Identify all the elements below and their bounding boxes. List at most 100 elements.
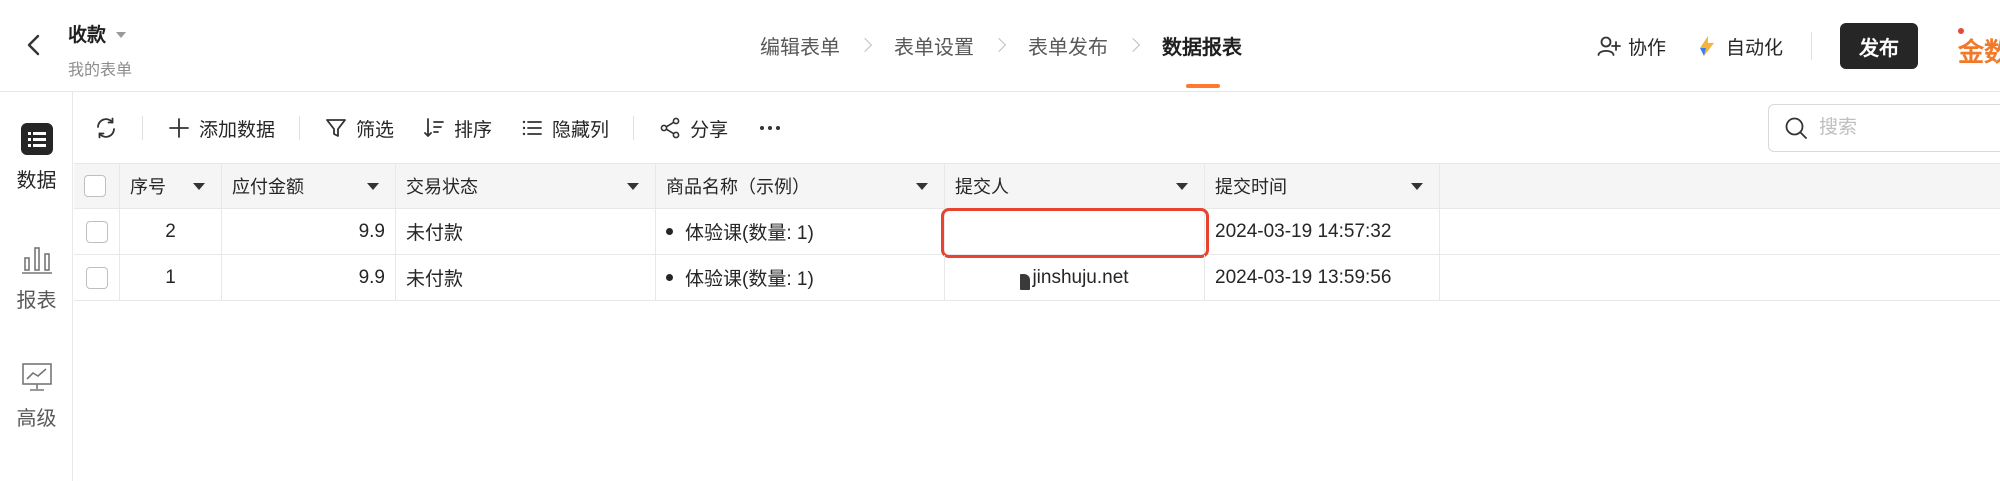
more-dots-icon [760, 126, 781, 130]
cell-seq[interactable]: 2 [120, 209, 222, 254]
header-actions: 协作 自动化 发布 金数 [1596, 0, 2000, 92]
cell-product[interactable]: 体验课(数量: 1) [656, 255, 945, 300]
bullet-icon [666, 228, 673, 235]
cell-seq[interactable]: 1 [120, 255, 222, 300]
back-arrow-icon[interactable] [22, 30, 46, 60]
list-lines-icon [522, 120, 542, 136]
column-label: 交易状态 [406, 177, 478, 197]
column-label: 提交人 [955, 177, 1009, 197]
cell-amount[interactable]: 9.9 [222, 209, 396, 254]
data-table: 序号 应付金额 交易状态 商品名称（示例） 提交人 提交时间 2 9.9 未付款… [74, 163, 2000, 301]
select-all-checkbox[interactable] [84, 175, 106, 197]
brand-logo[interactable]: 金数 [1956, 26, 2000, 66]
step-nav: 编辑表单 表单设置 表单发布 数据报表 [760, 30, 1242, 88]
column-label: 商品名称（示例） [666, 177, 810, 197]
step-form-settings[interactable]: 表单设置 [894, 31, 974, 60]
column-label: 提交时间 [1215, 177, 1287, 197]
top-header: 收款 我的表单 编辑表单 表单设置 表单发布 数据报表 协作 自动化 发布 金数 [0, 0, 2000, 92]
share-icon [660, 117, 680, 139]
bullet-icon [666, 274, 673, 281]
column-menu-icon[interactable] [627, 182, 639, 190]
toolbar-divider [299, 116, 301, 140]
add-data-button[interactable]: 添加数据 [167, 115, 275, 142]
column-menu-icon[interactable] [193, 182, 205, 190]
header-divider [1811, 32, 1812, 60]
column-header-amount[interactable]: 应付金额 [222, 164, 396, 208]
redacted-mark [1020, 273, 1031, 290]
nav-label-report: 报表 [16, 290, 57, 312]
nav-label-data: 数据 [16, 170, 57, 192]
nav-label-advanced: 高级 [16, 408, 57, 430]
automation-button[interactable]: 自动化 [1694, 33, 1783, 60]
add-data-label: 添加数据 [199, 119, 276, 141]
filter-button[interactable]: 筛选 [324, 115, 394, 142]
form-title[interactable]: 收款 [68, 20, 106, 47]
toolbar-divider [633, 116, 635, 140]
filter-label: 筛选 [356, 119, 395, 141]
step-edit-form[interactable]: 编辑表单 [760, 31, 840, 60]
cell-submit-time[interactable]: 2024-03-19 13:59:56 [1205, 255, 1440, 300]
share-button[interactable]: 分享 [658, 115, 728, 142]
bar-chart-icon [21, 247, 52, 274]
sort-button[interactable]: 排序 [422, 115, 492, 142]
cell-product[interactable]: 体验课(数量: 1) [656, 209, 945, 254]
column-header-seq[interactable]: 序号 [120, 164, 222, 208]
column-header-status[interactable]: 交易状态 [396, 164, 656, 208]
table-row[interactable]: 2 9.9 未付款 体验课(数量: 1) 2024-03-19 14:57:32 [74, 208, 2000, 258]
collab-button[interactable]: 协作 [1596, 33, 1666, 60]
notification-dot [1958, 28, 1964, 34]
hide-columns-button[interactable]: 隐藏列 [520, 115, 609, 142]
left-nav: 数据 报表 高级 [0, 92, 73, 481]
column-menu-icon[interactable] [916, 182, 928, 190]
refresh-button[interactable] [94, 116, 118, 140]
cell-status[interactable]: 未付款 [396, 255, 656, 300]
cell-submitter[interactable] [945, 209, 1205, 254]
automation-bolt-icon [1699, 36, 1714, 56]
row-checkbox[interactable] [85, 220, 108, 243]
hide-columns-label: 隐藏列 [552, 119, 610, 141]
product-text: 体验课(数量: 1) [685, 269, 814, 290]
cell-submitter[interactable]: jinshuju.net [945, 255, 1205, 300]
toolbar-divider [142, 116, 143, 140]
cell-status[interactable]: 未付款 [396, 209, 656, 254]
column-header-submitter[interactable]: 提交人 [945, 164, 1205, 208]
table-header-row: 序号 应付金额 交易状态 商品名称（示例） 提交人 提交时间 [74, 163, 2000, 209]
nav-item-report[interactable]: 报表 [0, 242, 73, 313]
header-checkbox-cell [74, 164, 120, 208]
row-checkbox-cell [74, 255, 120, 300]
chevron-right-icon [991, 37, 1007, 53]
table-row[interactable]: 1 9.9 未付款 体验课(数量: 1) jinshuju.net 2024-0… [74, 255, 2000, 301]
row-checkbox[interactable] [85, 266, 108, 289]
cell-amount[interactable]: 9.9 [222, 255, 396, 300]
column-header-product[interactable]: 商品名称（示例） [656, 164, 945, 208]
data-toolbar: 添加数据 筛选 排序 隐藏列 分享 [74, 93, 2000, 163]
search-input[interactable] [1819, 117, 2000, 139]
column-menu-icon[interactable] [367, 182, 379, 190]
nav-item-advanced[interactable]: 高级 [0, 360, 73, 431]
more-button[interactable] [758, 116, 782, 140]
form-subtitle[interactable]: 我的表单 [68, 56, 132, 80]
plus-icon [169, 118, 189, 138]
title-dropdown-icon[interactable] [116, 31, 127, 38]
search-icon [1785, 117, 1807, 139]
brand-logo-text: 金数 [1958, 37, 2000, 66]
search-box[interactable] [1768, 104, 2000, 152]
product-text: 体验课(数量: 1) [685, 223, 814, 244]
user-plus-icon [1597, 36, 1621, 56]
filter-icon [326, 119, 346, 137]
sort-icon [424, 118, 444, 137]
column-header-submit-time[interactable]: 提交时间 [1205, 164, 1440, 208]
column-menu-icon[interactable] [1176, 182, 1188, 190]
sort-label: 排序 [454, 119, 493, 141]
chevron-right-icon [857, 37, 873, 53]
step-data-report[interactable]: 数据报表 [1162, 31, 1242, 88]
publish-button[interactable]: 发布 [1840, 23, 1918, 69]
share-label: 分享 [690, 119, 729, 141]
cell-submit-time[interactable]: 2024-03-19 14:57:32 [1205, 209, 1440, 254]
nav-item-data[interactable]: 数据 [0, 122, 73, 193]
collab-label: 协作 [1627, 37, 1666, 59]
step-form-publish[interactable]: 表单发布 [1028, 31, 1108, 60]
column-label: 序号 [130, 177, 166, 197]
column-menu-icon[interactable] [1411, 182, 1423, 190]
form-title-block: 收款 我的表单 [68, 20, 132, 80]
